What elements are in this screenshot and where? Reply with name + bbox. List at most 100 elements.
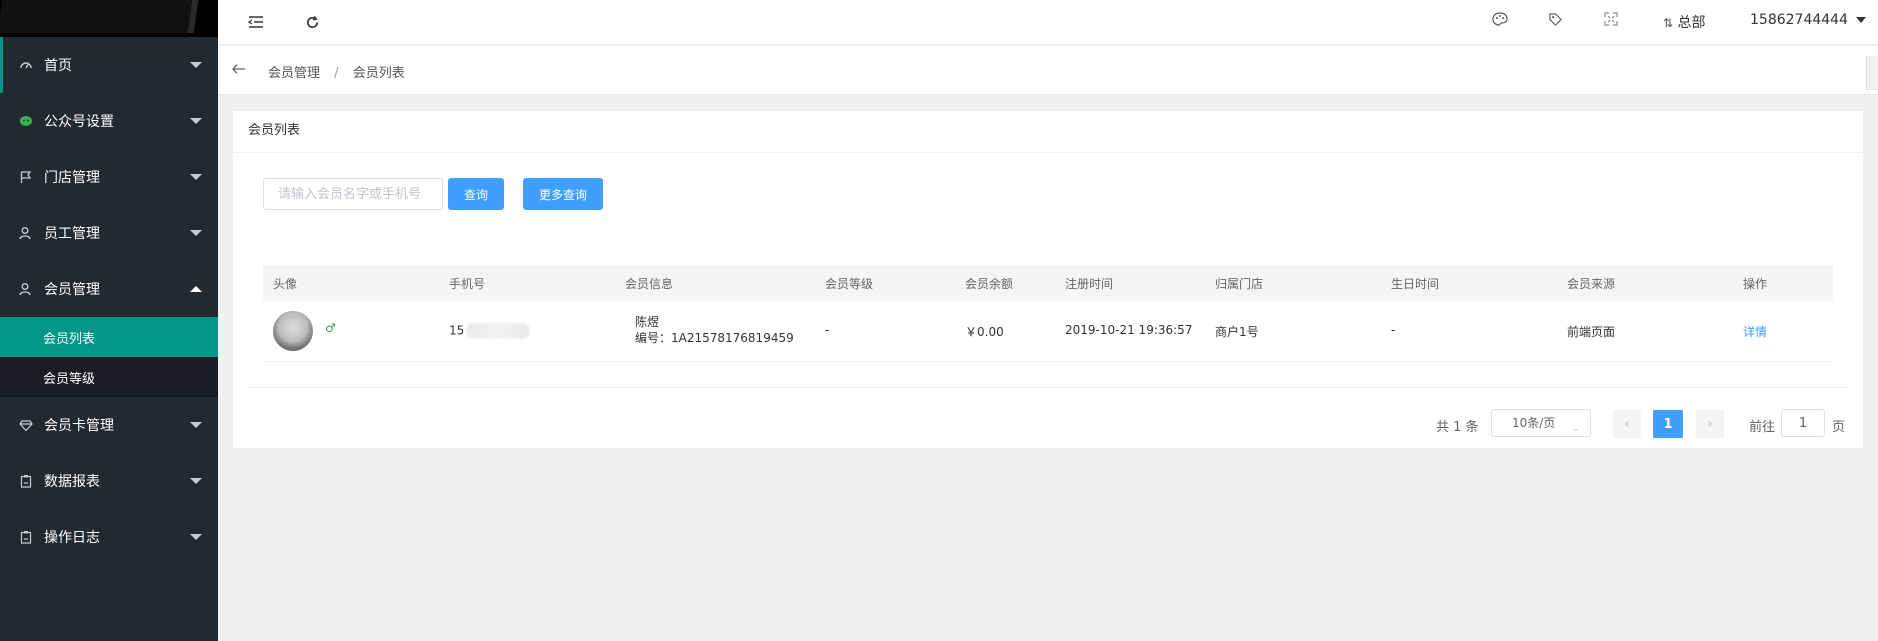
chevron-down-icon [190, 230, 202, 236]
chevron-up-icon [190, 286, 202, 292]
user-icon [18, 225, 34, 241]
flag-icon [18, 169, 34, 185]
column-header-source: 会员来源 [1567, 276, 1616, 291]
member-table: 头像 手机号 会员信息 会员等级 会员余额 注册时间 归属门店 生日时间 会员来… [263, 265, 1833, 362]
arrow-left-icon[interactable] [232, 60, 246, 79]
sidebar-item-label: 数据报表 [44, 474, 100, 490]
sidebar-item-staff[interactable]: 员工管理 [0, 205, 218, 261]
divider [245, 387, 1851, 388]
chevron-down-icon [190, 534, 202, 540]
sidebar-item-home[interactable]: 首页 [0, 37, 218, 93]
theme-palette-icon[interactable] [1492, 12, 1508, 30]
sidebar-item-label: 门店管理 [44, 170, 100, 186]
sidebar-item-stores[interactable]: 门店管理 [0, 149, 218, 205]
sidebar-item-label: 首页 [44, 58, 72, 74]
breadcrumb: 会员管理 / 会员列表 [268, 62, 405, 81]
sidebar: 首页 公众号设置 门店管理 员工管理 会员管理 会员列表 会员等级 会员卡管理 … [0, 0, 218, 641]
sidebar-menu: 首页 公众号设置 门店管理 员工管理 会员管理 会员列表 会员等级 会员卡管理 … [0, 37, 218, 565]
sidebar-item-label: 公众号设置 [44, 114, 114, 130]
column-header-register-time: 注册时间 [1065, 276, 1114, 291]
detail-link[interactable]: 详情 [1743, 323, 1767, 340]
query-button[interactable]: 查询 [448, 178, 504, 210]
member-level-cell: - [825, 323, 830, 337]
logo [0, 0, 218, 37]
member-number: 编号：1A21578176819459 [635, 331, 794, 345]
sidebar-item-reports[interactable]: 数据报表 [0, 453, 218, 509]
goto-page-input[interactable] [1781, 409, 1825, 437]
source-cell: 前端页面 [1567, 325, 1616, 339]
page-size-value: 10条/页 [1512, 416, 1556, 430]
chevron-down-icon [190, 118, 202, 124]
chevron-down-icon [190, 422, 202, 428]
sidebar-item-label: 员工管理 [44, 226, 100, 242]
diamond-icon [18, 417, 34, 433]
goto-prefix: 前往 [1749, 420, 1776, 435]
sidebar-item-label: 会员管理 [44, 282, 100, 298]
table-header: 头像 手机号 会员信息 会员等级 会员余额 注册时间 归属门店 生日时间 会员来… [263, 265, 1833, 301]
store-label: 总部 [1677, 15, 1706, 31]
page-number-current[interactable]: 1 [1653, 410, 1683, 438]
chevron-down-icon [190, 174, 202, 180]
logo-mark [0, 0, 199, 33]
register-time-cell: 2019-10-21 19:36:57 [1065, 323, 1193, 337]
breadcrumb-separator: / [334, 66, 339, 81]
menu-fold-icon[interactable] [246, 12, 266, 32]
sidebar-item-label: 会员卡管理 [44, 418, 114, 434]
dashboard-icon [18, 57, 34, 73]
more-query-button[interactable]: 更多查询 [523, 178, 603, 210]
birthday-cell: - [1391, 323, 1396, 337]
phone-masked [466, 323, 531, 339]
chevron-down-icon [190, 478, 202, 484]
top-header: ⇅ 总部 15862744444 [218, 0, 1878, 45]
member-info-cell: 陈煜 编号：1A21578176819459 [635, 314, 794, 346]
sidebar-item-logs[interactable]: 操作日志 [0, 509, 218, 565]
phone-prefix: 15 [449, 323, 465, 338]
avatar: ♂ [273, 311, 336, 351]
clipboard-icon [18, 473, 34, 489]
chevron-down-icon [190, 62, 202, 68]
user-icon [18, 281, 34, 297]
table-row: ♂ 15 陈煜 编号：1A21578176819459 - ￥0.00 2019… [263, 301, 1833, 362]
breadcrumb-bar: 会员管理 / 会员列表 [218, 46, 1878, 95]
sidebar-item-wechat[interactable]: 公众号设置 [0, 93, 218, 149]
tag-icon[interactable] [1548, 12, 1563, 31]
column-header-member-level: 会员等级 [825, 276, 874, 291]
goto-suffix: 页 [1832, 420, 1846, 435]
user-menu[interactable]: 15862744444 [1750, 12, 1867, 28]
prev-page-button[interactable]: ‹ [1613, 410, 1641, 438]
phone-cell: 15 [449, 323, 531, 339]
search-input[interactable] [263, 178, 443, 210]
sidebar-item-member-levels[interactable]: 会员等级 [0, 357, 218, 397]
store-switch[interactable]: ⇅ 总部 [1663, 12, 1706, 32]
card-title: 会员列表 [233, 111, 1863, 153]
store-cell: 商户1号 [1215, 325, 1259, 339]
sidebar-item-member-cards[interactable]: 会员卡管理 [0, 397, 218, 453]
breadcrumb-item-member-management[interactable]: 会员管理 [268, 66, 320, 81]
member-list-card: 会员列表 查询 更多查询 头像 手机号 会员信息 会员等级 会员余额 注册时间 … [233, 111, 1863, 448]
wechat-icon [18, 113, 34, 129]
scrollbar[interactable] [1866, 56, 1878, 90]
column-header-balance: 会员余额 [965, 276, 1014, 291]
column-header-phone: 手机号 [449, 276, 486, 291]
column-header-actions: 操作 [1743, 276, 1768, 291]
sidebar-item-member-list[interactable]: 会员列表 [0, 317, 218, 357]
male-icon: ♂ [325, 321, 336, 335]
next-page-button[interactable]: › [1696, 410, 1724, 438]
caret-down-icon [1856, 17, 1867, 23]
fullscreen-icon[interactable] [1604, 12, 1618, 30]
switch-icon: ⇅ [1663, 16, 1674, 30]
sidebar-item-label: 操作日志 [44, 530, 100, 546]
balance-cell: ￥0.00 [965, 325, 1004, 339]
page-size-select[interactable]: 10条/页 ⌄ [1491, 409, 1591, 437]
column-header-member-info: 会员信息 [625, 276, 674, 291]
member-name: 陈煜 [635, 315, 660, 329]
refresh-icon[interactable] [302, 12, 322, 32]
sidebar-submenu-members: 会员列表 会员等级 [0, 317, 218, 397]
clipboard-icon [18, 529, 34, 545]
pagination-total: 共 1 条 [1436, 420, 1479, 435]
breadcrumb-item-member-list: 会员列表 [352, 66, 405, 81]
sidebar-item-members[interactable]: 会员管理 [0, 261, 218, 317]
chevron-down-icon: ⌄ [1571, 423, 1580, 434]
avatar-image [273, 311, 313, 351]
user-phone: 15862744444 [1750, 12, 1848, 28]
